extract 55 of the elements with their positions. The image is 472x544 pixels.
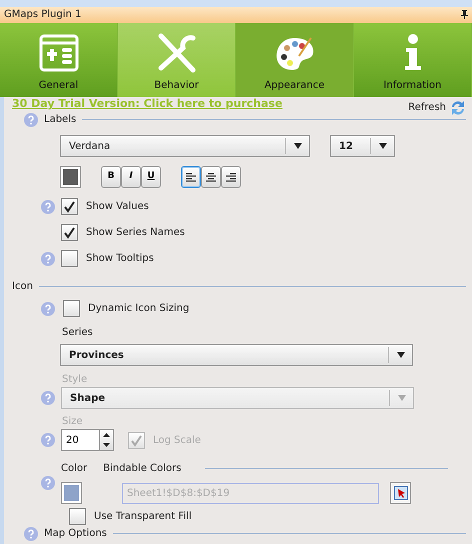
help-icon[interactable]: [41, 391, 55, 405]
font-size-dropdown[interactable]: 12: [330, 135, 395, 157]
checkbox[interactable]: [69, 508, 86, 525]
checkbox-label: Log Scale: [153, 434, 201, 448]
field-label: Color: [61, 462, 88, 476]
window-title: GMaps Plugin 1: [4, 8, 82, 22]
help-icon[interactable]: [41, 433, 55, 447]
dropdown-arrow-icon[interactable]: [294, 143, 302, 149]
align-right-button[interactable]: [221, 166, 241, 188]
tab[interactable]: Appearance: [236, 23, 354, 97]
checkbox-label: Use Transparent Fill: [94, 510, 192, 524]
help-icon[interactable]: [41, 476, 55, 490]
pin-icon[interactable]: [461, 10, 468, 19]
spinner-buttons[interactable]: [100, 429, 114, 451]
help-icon[interactable]: [24, 112, 38, 126]
align-center-button[interactable]: [201, 166, 221, 188]
color-swatch[interactable]: [60, 166, 81, 188]
tab[interactable]: Behavior: [118, 23, 236, 97]
checkbox[interactable]: [63, 300, 80, 317]
dropdown-arrow-icon[interactable]: [378, 143, 386, 149]
bold-button[interactable]: B: [101, 166, 121, 188]
field-label: Size: [62, 415, 84, 429]
underline-button[interactable]: U: [141, 166, 161, 188]
section-title: Icon: [12, 280, 33, 294]
refresh-icon[interactable]: [450, 100, 466, 116]
align-right-icon: [226, 172, 236, 182]
checkbox-label: Show Series Names: [86, 226, 185, 240]
dropdown-arrow-icon[interactable]: [396, 352, 404, 358]
refresh-button[interactable]: Refresh: [408, 100, 446, 115]
field-label: Series: [62, 326, 94, 340]
color-swatch[interactable]: [61, 482, 82, 504]
section-title: Labels: [44, 113, 76, 127]
section-title: Map Options: [44, 527, 107, 541]
range-picker-button[interactable]: [390, 482, 411, 504]
checkbox-label: Show Values: [86, 200, 149, 214]
tab[interactable]: General: [0, 23, 118, 97]
checkbox[interactable]: [61, 224, 78, 241]
series-dropdown[interactable]: Provinces: [60, 344, 413, 366]
italic-button[interactable]: I: [121, 166, 141, 188]
checkbox[interactable]: [61, 250, 78, 267]
field-label: Bindable Colors: [103, 462, 182, 476]
help-icon[interactable]: [41, 302, 55, 316]
checkbox-label: Dynamic Icon Sizing: [88, 302, 190, 316]
help-icon[interactable]: [24, 526, 38, 540]
tab[interactable]: Information: [354, 23, 472, 97]
help-icon[interactable]: [41, 252, 55, 266]
checkbox-label: Show Tooltips: [86, 252, 154, 266]
font-dropdown[interactable]: Verdana: [60, 135, 310, 157]
help-icon[interactable]: [41, 200, 55, 214]
field-label: Style: [62, 373, 88, 387]
checkbox[interactable]: [61, 198, 78, 215]
size-field[interactable]: 20: [61, 429, 100, 451]
align-left-icon: [186, 172, 196, 182]
align-center-icon: [206, 172, 216, 182]
align-left-button[interactable]: [181, 166, 201, 188]
